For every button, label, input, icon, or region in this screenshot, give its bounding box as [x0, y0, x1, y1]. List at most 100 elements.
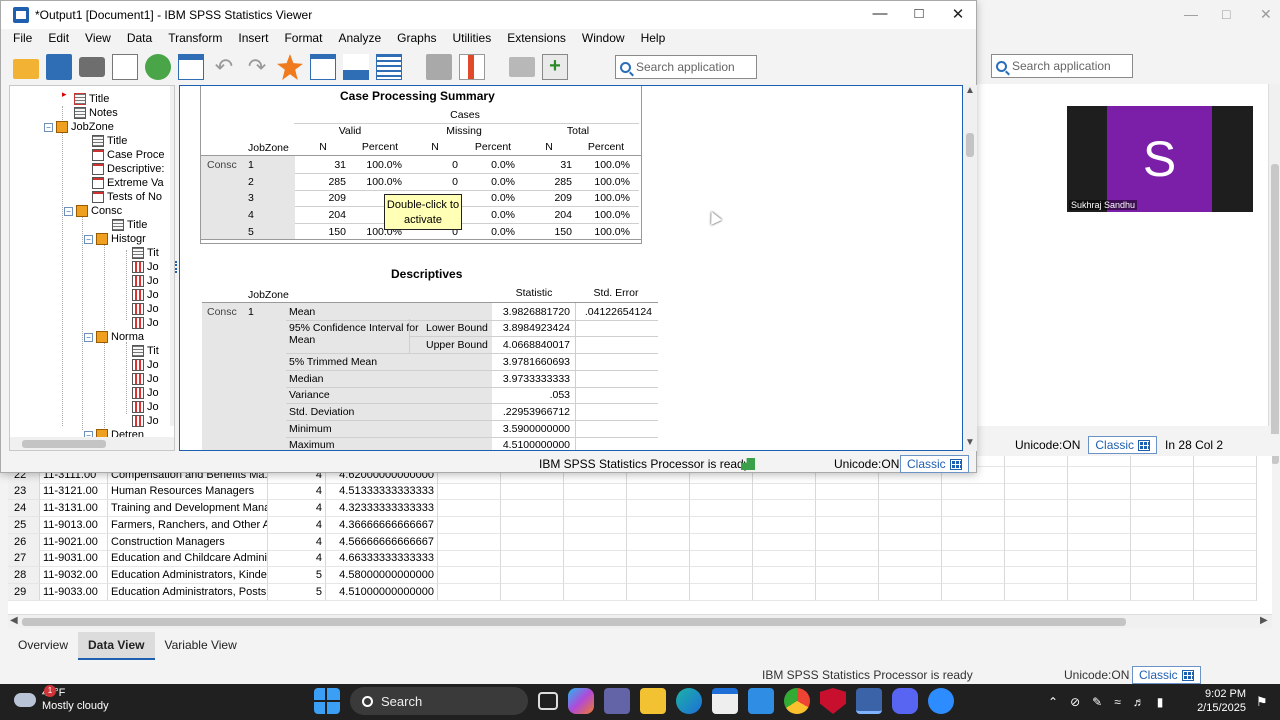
grid-cell[interactable]: Human Resources Managers: [108, 483, 268, 501]
scroll-thumb[interactable]: [22, 440, 106, 448]
grid-cell[interactable]: [438, 550, 501, 568]
table-row[interactable]: 28 11-9032.00 Education Administrators, Ki…: [8, 566, 1257, 584]
copilot-icon[interactable]: [568, 688, 594, 714]
tab-variable-view[interactable]: Variable View: [155, 632, 247, 660]
grid-cell[interactable]: [816, 566, 879, 584]
grid-cell[interactable]: [879, 516, 942, 534]
grid-cell[interactable]: [1194, 483, 1257, 501]
goto-case-icon[interactable]: [277, 54, 303, 80]
grid-cell[interactable]: 4: [268, 516, 326, 534]
grid-cell[interactable]: 11-9032.00: [40, 566, 108, 584]
menu-insert[interactable]: Insert: [230, 29, 276, 49]
menu-file[interactable]: File: [5, 29, 40, 49]
grid-cell[interactable]: Education and Childcare Admini...: [108, 550, 268, 568]
grid-cell[interactable]: Training and Development Mana...: [108, 500, 268, 518]
grid-cell[interactable]: [1005, 566, 1068, 584]
task-view-icon[interactable]: [538, 692, 558, 710]
minimize-icon[interactable]: —: [1184, 6, 1198, 22]
grid-cell[interactable]: [1005, 583, 1068, 601]
pivot-table-icon[interactable]: [376, 54, 402, 80]
grid-cell[interactable]: [1068, 500, 1131, 518]
scroll-up-icon[interactable]: ▲: [965, 85, 975, 96]
grid-cell[interactable]: [501, 550, 564, 568]
designate-window-icon[interactable]: [310, 54, 336, 80]
grid-cell[interactable]: [627, 550, 690, 568]
grid-cell[interactable]: 11-9013.00: [40, 516, 108, 534]
outline-item[interactable]: Title: [62, 92, 109, 106]
grid-cell[interactable]: [753, 500, 816, 518]
classic-button[interactable]: Classic: [900, 455, 969, 473]
scroll-thumb[interactable]: [1271, 164, 1279, 464]
grid-cell[interactable]: 5: [268, 566, 326, 584]
outline-item[interactable]: Jo: [120, 260, 159, 274]
outline-item[interactable]: Jo: [120, 358, 159, 372]
grid-cell[interactable]: [816, 516, 879, 534]
menu-window[interactable]: Window: [574, 29, 633, 49]
grid-cell[interactable]: [1194, 516, 1257, 534]
row-number[interactable]: 23: [8, 483, 40, 501]
grid-cell[interactable]: [879, 483, 942, 501]
taskbar-search[interactable]: Search: [350, 687, 528, 715]
grid-cell[interactable]: [1194, 566, 1257, 584]
outline-item[interactable]: Jo: [120, 274, 159, 288]
menu-edit[interactable]: Edit: [40, 29, 77, 49]
tab-overview[interactable]: Overview: [8, 632, 78, 660]
save-icon[interactable]: [46, 54, 72, 80]
menu-format[interactable]: Format: [276, 29, 330, 49]
grid-cell[interactable]: [1131, 483, 1194, 501]
minimize-icon[interactable]: —: [865, 5, 895, 22]
grid-cell[interactable]: [753, 583, 816, 601]
scroll-right-icon[interactable]: ▶: [1260, 615, 1268, 626]
grid-cell[interactable]: [501, 583, 564, 601]
grid-cell[interactable]: [1131, 533, 1194, 551]
mcafee-icon[interactable]: [820, 688, 846, 714]
open-folder-icon[interactable]: [13, 59, 39, 79]
close-icon[interactable]: ✕: [943, 5, 973, 23]
chrome-icon[interactable]: [784, 688, 810, 714]
grid-cell[interactable]: [879, 583, 942, 601]
content-vertical-scrollbar[interactable]: ▲ ▼: [963, 85, 977, 451]
grid-cell[interactable]: [816, 483, 879, 501]
grid-cell[interactable]: [1068, 466, 1131, 484]
menu-view[interactable]: View: [77, 29, 119, 49]
row-number[interactable]: 26: [8, 533, 40, 551]
grid-cell[interactable]: [942, 533, 1005, 551]
grid-cell[interactable]: [1131, 500, 1194, 518]
close-icon[interactable]: ✕: [1260, 6, 1272, 23]
grid-cell[interactable]: [690, 533, 753, 551]
grid-cell[interactable]: [942, 566, 1005, 584]
grid-cell[interactable]: [1068, 516, 1131, 534]
grid-cell[interactable]: Education Administrators, Kinde...: [108, 566, 268, 584]
grid-cell[interactable]: [627, 566, 690, 584]
row-number[interactable]: 29: [8, 583, 40, 601]
grid-cell[interactable]: [816, 500, 879, 518]
grid-cell[interactable]: [1068, 550, 1131, 568]
outline-horizontal-scrollbar[interactable]: [10, 437, 174, 450]
export-icon[interactable]: [145, 54, 171, 80]
edge-icon[interactable]: [676, 688, 702, 714]
grid-cell[interactable]: [753, 516, 816, 534]
wifi-icon[interactable]: ≈: [1114, 695, 1121, 709]
grid-cell[interactable]: [690, 583, 753, 601]
grid-horizontal-scrollbar[interactable]: ◀ ▶: [8, 614, 1272, 628]
grid-cell[interactable]: [1068, 583, 1131, 601]
battery-icon[interactable]: ▮: [1157, 695, 1164, 709]
show-hide-icon[interactable]: [509, 57, 535, 77]
grid-cell[interactable]: [438, 566, 501, 584]
grid-cell[interactable]: [879, 550, 942, 568]
editor-right-scrollbar[interactable]: [1268, 84, 1280, 464]
grid-cell[interactable]: [690, 516, 753, 534]
outline-item[interactable]: Descriptive:: [80, 162, 164, 176]
zoom-icon[interactable]: [928, 688, 954, 714]
taskbar-clock[interactable]: 9:02 PM 2/15/2025: [1194, 687, 1246, 715]
chart-builder-icon[interactable]: [459, 54, 485, 80]
menu-extensions[interactable]: Extensions: [499, 29, 574, 49]
network-off-icon[interactable]: ⊘: [1070, 695, 1080, 709]
grid-cell[interactable]: 4.32333333333333: [326, 500, 438, 518]
table-row[interactable]: 29 11-9033.00 Education Administrators, Po…: [8, 583, 1257, 601]
grid-cell[interactable]: [501, 566, 564, 584]
grid-cell[interactable]: [753, 483, 816, 501]
grid-cell[interactable]: [879, 566, 942, 584]
undo-icon[interactable]: ↶: [211, 54, 237, 80]
outline-item[interactable]: Jo: [120, 316, 159, 330]
